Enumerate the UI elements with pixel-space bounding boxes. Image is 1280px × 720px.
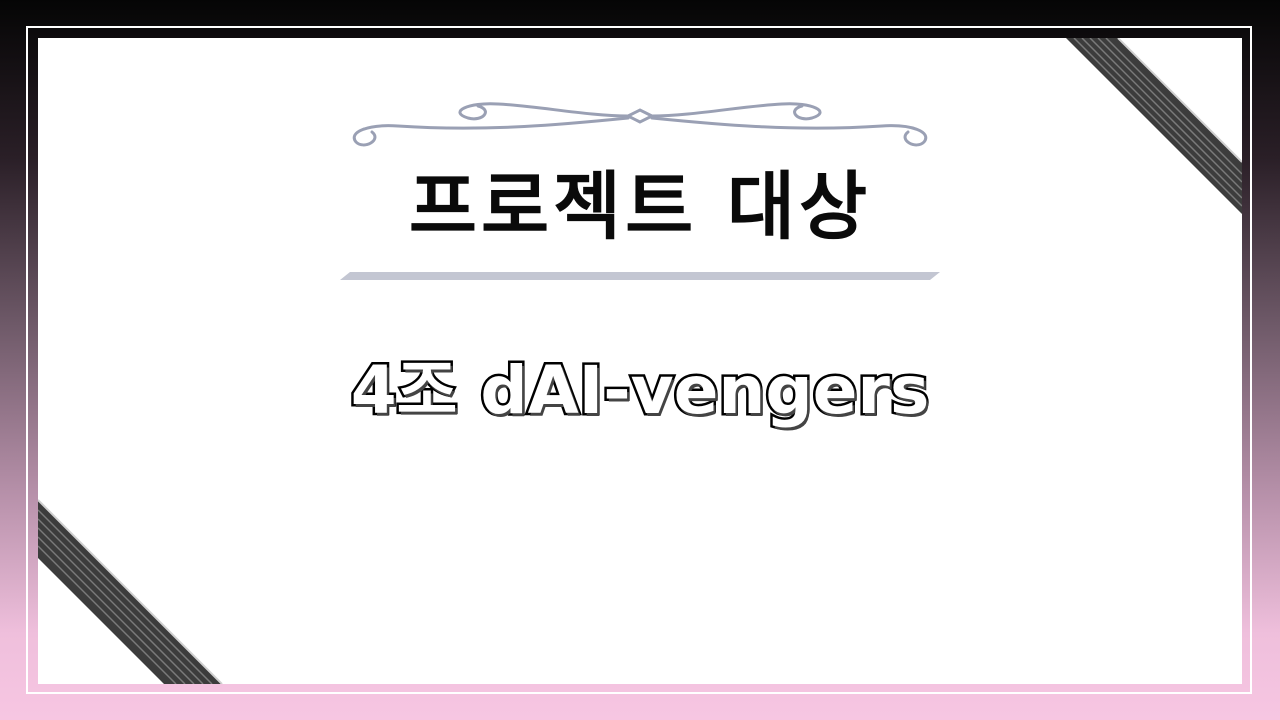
title-underline: [340, 272, 940, 280]
slide-card: 프로젝트 대상 4조 dAI-vengers: [38, 38, 1242, 684]
slide-subtitle: 4조 dAI-vengers: [348, 350, 932, 432]
slide-title: 프로젝트 대상: [408, 164, 872, 250]
flourish-divider-icon: [352, 102, 928, 147]
